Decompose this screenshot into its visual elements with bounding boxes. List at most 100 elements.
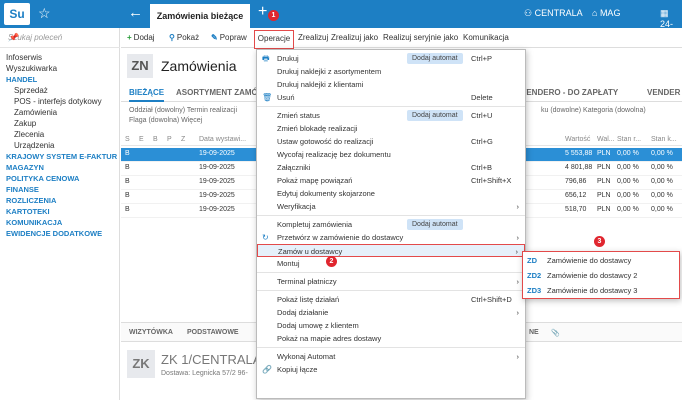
- filters-left[interactable]: Oddział (dowolny) Termin realizacji Flag…: [129, 106, 237, 126]
- date-indicator[interactable]: ▦ 24-: [660, 8, 682, 29]
- menu-item[interactable]: Wycofaj realizację bez dokumentu: [257, 148, 525, 161]
- realize-as-button[interactable]: Zrealizuj jako: [331, 33, 378, 42]
- submenu-item[interactable]: ZD Zamówienie do dostawcy: [523, 253, 679, 268]
- cell-date: 19-09-2025: [199, 178, 235, 185]
- column-header[interactable]: Data wystawi...: [199, 136, 246, 143]
- sidebar-item[interactable]: EWIDENCJE DODATKOWE: [0, 228, 120, 239]
- menu-item[interactable]: Drukuj naklejki z klientami: [257, 78, 525, 91]
- add-automat-button[interactable]: Dodaj automat: [407, 110, 463, 121]
- column-header[interactable]: Wartość: [565, 136, 590, 143]
- sidebar-item[interactable]: Urządzenia: [0, 140, 120, 151]
- menu-item-label: Zmień blokadę realizacji: [277, 124, 358, 133]
- communication-button[interactable]: Komunikacja: [463, 33, 509, 42]
- menu-item[interactable]: 🖶 Drukuj Dodaj automat Ctrl+P: [257, 52, 525, 65]
- tab-wizytowka[interactable]: WIZYTÓWKA: [129, 329, 173, 336]
- sidebar-item[interactable]: Sprzedaż: [0, 85, 120, 96]
- cell-s: B: [125, 150, 130, 157]
- sidebar-item[interactable]: KARTOTEKI: [0, 206, 120, 217]
- menu-item[interactable]: Weryfikacja ›: [257, 200, 525, 213]
- pin-icon[interactable]: 📌: [8, 33, 114, 42]
- sidebar-item[interactable]: MAGAZYN: [0, 162, 120, 173]
- menu-item-label: Drukuj naklejki z asortymentem: [277, 67, 382, 76]
- column-header[interactable]: Wal...: [597, 136, 615, 143]
- new-tab-plus-icon[interactable]: +: [258, 3, 267, 21]
- submenu-item[interactable]: ZD3 Zamówienie do dostawcy 3: [523, 283, 679, 298]
- detail-title: ZK 1/CENTRALA/: [161, 352, 266, 367]
- back-arrow-icon[interactable]: ←: [128, 4, 143, 21]
- tab-asortyment[interactable]: ASORTYMENT ZAMÓ: [176, 88, 258, 97]
- column-header[interactable]: B: [153, 136, 158, 143]
- cell-value: 4 801,88: [565, 164, 593, 171]
- sidebar-item[interactable]: ROZLICZENIA: [0, 195, 120, 206]
- tab-ne[interactable]: NE: [529, 329, 539, 336]
- realize-button[interactable]: Zrealizuj: [298, 33, 328, 42]
- column-header[interactable]: Z: [181, 136, 185, 143]
- menu-item[interactable]: Terminal płatniczy ›: [257, 275, 525, 288]
- menu-item-shortcut: Ctrl+U: [471, 111, 493, 120]
- sidebar-item[interactable]: HANDEL: [0, 74, 120, 85]
- menu-item[interactable]: Dodaj umowę z klientem: [257, 319, 525, 332]
- module-code: ZN: [127, 54, 153, 78]
- user-centrala[interactable]: ⚇ CENTRALA: [524, 8, 583, 19]
- menu-item[interactable]: Zmień status Dodaj automat Ctrl+U: [257, 109, 525, 122]
- menu-item[interactable]: Wykonaj Automat ›: [257, 350, 525, 363]
- menu-item-label: Terminal płatniczy: [277, 277, 337, 286]
- sidebar-item[interactable]: KOMUNIKACJA: [0, 217, 120, 228]
- sidebar-item[interactable]: Wyszukiwarka: [0, 63, 120, 74]
- edit-button[interactable]: ✎ Popraw: [211, 33, 247, 42]
- menu-item[interactable]: Edytuj dokumenty skojarzone: [257, 187, 525, 200]
- column-header[interactable]: P: [167, 136, 172, 143]
- sidebar-item[interactable]: POS - interfejs dotykowy: [0, 96, 120, 107]
- menu-item[interactable]: ↻ Przetwórz w zamówienie do dostawcy ›: [257, 231, 525, 244]
- sidebar-item[interactable]: Zamówienia: [0, 107, 120, 118]
- tab-vendero-do-zaplaty[interactable]: VENDERO - DO ZAPŁATY: [521, 88, 618, 97]
- add-automat-button[interactable]: Dodaj automat: [407, 53, 463, 64]
- menu-item[interactable]: Drukuj naklejki z asortymentem: [257, 65, 525, 78]
- add-automat-button[interactable]: Dodaj automat: [407, 219, 463, 230]
- filters-right[interactable]: ku (dowolne) Kategoria (dowolna): [541, 106, 646, 116]
- menu-item[interactable]: Pokaż mapę powiązań Ctrl+Shift+X: [257, 174, 525, 187]
- menu-item[interactable]: Pokaż na mapie adres dostawy: [257, 332, 525, 345]
- menu-item[interactable]: Załączniki Ctrl+B: [257, 161, 525, 174]
- menu-item[interactable]: 🗑 Usuń Delete: [257, 91, 525, 104]
- menu-item[interactable]: 🔗 Kopiuj łącze: [257, 363, 525, 376]
- app-logo[interactable]: Su: [4, 3, 30, 25]
- tab-podstawowe[interactable]: PODSTAWOWE: [187, 329, 239, 336]
- sidebar-item[interactable]: Infoserwis: [0, 52, 120, 63]
- favorites-star-icon[interactable]: ☆: [38, 5, 51, 22]
- show-button[interactable]: ⚲ Pokaż: [169, 33, 199, 42]
- menu-item[interactable]: Dodaj działanie ›: [257, 306, 525, 319]
- menu-item[interactable]: Zmień blokadę realizacji: [257, 122, 525, 135]
- submenu-item[interactable]: ZD2 Zamówienie do dostawcy 2: [523, 268, 679, 283]
- column-header[interactable]: E: [139, 136, 144, 143]
- toolbar: + Dodaj ⚲ Pokaż ✎ Popraw Zrealizuj Zrealizu…: [121, 28, 682, 48]
- operations-button[interactable]: Operacje: [254, 30, 294, 49]
- sidebar-nav: Infoserwis Wyszukiwarka HANDEL Sprzedaż POS …: [0, 52, 120, 239]
- sidebar-item[interactable]: KRAJOWY SYSTEM E-FAKTUR: [0, 151, 120, 162]
- column-header[interactable]: Stan r...: [617, 136, 641, 143]
- menu-item[interactable]: Ustaw gotowość do realizacji Ctrl+G: [257, 135, 525, 148]
- sidebar-item[interactable]: FINANSE: [0, 184, 120, 195]
- menu-item-shortcut: Ctrl+G: [471, 137, 493, 146]
- realize-serial-button[interactable]: Realizuj seryjnie jako: [383, 33, 458, 42]
- sidebar-item[interactable]: Zlecenia: [0, 129, 120, 140]
- column-header[interactable]: S: [125, 136, 130, 143]
- menu-item[interactable]: Kompletuj zamówienia Dodaj automat: [257, 218, 525, 231]
- sidebar-item[interactable]: POLITYKA CENOWA: [0, 173, 120, 184]
- add-button[interactable]: + Dodaj: [127, 33, 155, 42]
- menu-item-icon: 🖶: [262, 54, 270, 63]
- tab-vendero[interactable]: VENDER: [647, 88, 680, 97]
- warehouse-mag[interactable]: ⌂ MAG: [592, 8, 620, 18]
- sidebar-item[interactable]: Zakup: [0, 118, 120, 129]
- tab-zamowienia-biezace[interactable]: Zamówienia bieżące: [150, 4, 250, 28]
- menu-item[interactable]: Montuj: [257, 257, 525, 270]
- tab-biezace[interactable]: BIEŻĄCE: [129, 88, 165, 102]
- command-search[interactable]: Szukaj poleceń 📌: [0, 28, 120, 48]
- cell-value: 5 553,88: [565, 150, 593, 157]
- menu-item[interactable]: Zamów u dostawcy ›: [257, 244, 525, 257]
- attachment-icon[interactable]: 📎: [551, 329, 560, 337]
- cell-s: B: [125, 178, 130, 185]
- menu-item-label: Dodaj działanie: [277, 308, 329, 317]
- column-header[interactable]: Stan k...: [651, 136, 677, 143]
- menu-item[interactable]: Pokaż listę działań Ctrl+Shift+D: [257, 293, 525, 306]
